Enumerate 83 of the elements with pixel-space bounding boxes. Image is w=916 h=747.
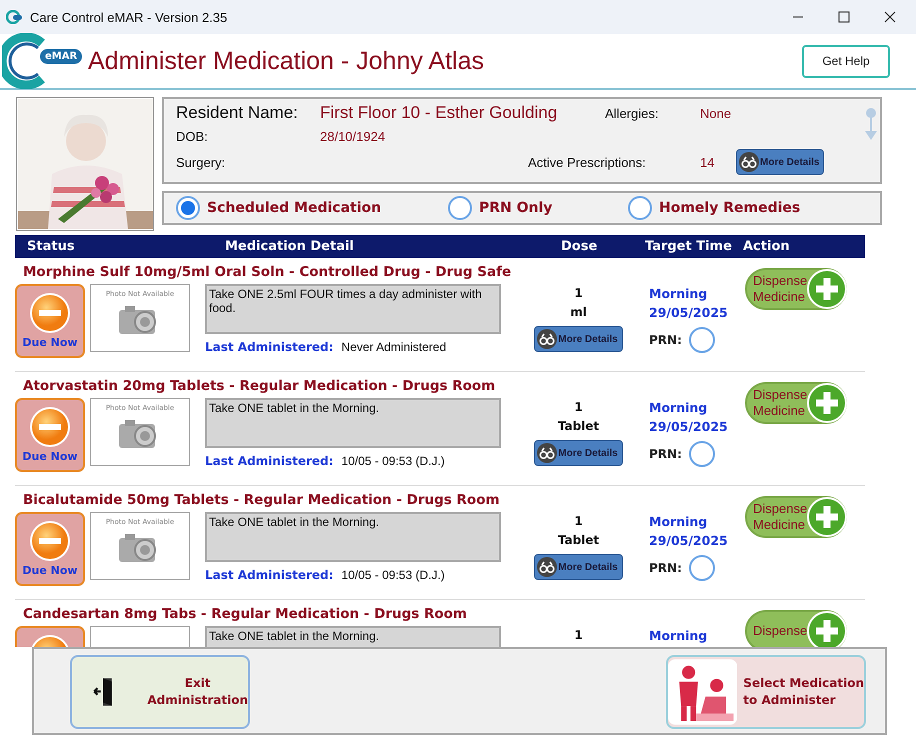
plus-icon [807, 497, 847, 537]
filter-radio[interactable]: Scheduled Medication [176, 196, 448, 220]
allergies-label: Allergies: [605, 106, 660, 121]
resident-name: First Floor 10 - Esther Goulding [320, 103, 558, 123]
last-administered-value: 10/05 - 09:53 (D.J.) [341, 568, 445, 582]
status-button[interactable]: Due Now [15, 398, 85, 472]
dose-text: 1 [574, 285, 583, 302]
minus-icon [29, 406, 71, 448]
more-details-button[interactable]: More Details [534, 440, 623, 466]
instructions-box: Take ONE tablet in the Morning. [205, 626, 501, 647]
instructions-box: Take ONE tablet in the Morning. [205, 398, 501, 448]
prn-label: PRN: [649, 447, 682, 461]
filter-radio[interactable]: PRN Only [448, 196, 628, 220]
plus-icon [807, 383, 847, 423]
target-date: 29/05/2025 [649, 418, 729, 436]
dispense-button[interactable]: Dispense [745, 610, 847, 647]
last-administered-value: Never Administered [341, 340, 446, 354]
last-administered-label: Last Administered: [205, 568, 334, 582]
dose-text: Tablet [558, 418, 600, 435]
status-button[interactable]: Due Now [15, 284, 85, 358]
dose-text: 1 [574, 627, 583, 644]
dispense-button[interactable]: Dispense Medicine [745, 268, 847, 310]
binoculars-icon [739, 152, 759, 172]
dob-value: 28/10/1924 [320, 128, 386, 144]
minus-icon [29, 520, 71, 562]
minus-icon [29, 292, 71, 334]
dose-text: Tablet [558, 532, 600, 549]
dose-text: ml [570, 304, 587, 321]
prn-radio[interactable] [688, 441, 715, 467]
dispense-button[interactable]: Dispense Medicine [745, 496, 847, 538]
exit-button[interactable]: Exit Administration [70, 655, 250, 729]
prn-radio[interactable] [688, 327, 715, 353]
medication-title: Bicalutamide 50mg Tablets - Regular Medication - Drugs Room [22, 492, 501, 508]
help-button[interactable]: Get Help [802, 44, 890, 78]
more-details-button[interactable]: More Details [736, 149, 824, 175]
target-time: Morning [649, 285, 708, 303]
scroll-arrow-icon[interactable] [864, 107, 878, 141]
prescriptions-label: Active Prescriptions: [528, 154, 647, 170]
window-title: Care Control eMAR - Version 2.35 [30, 10, 228, 24]
nurse-patient-icon [668, 657, 738, 727]
last-administered-label: Last Administered: [205, 340, 334, 354]
logo-badge: eMAR [40, 49, 82, 64]
instructions-box: Take ONE 2.5ml FOUR times a day administer with food. [205, 284, 501, 334]
column-header: Medication Detail [225, 239, 355, 254]
binoculars-icon [537, 557, 558, 577]
medication-title: Candesartan 8mg Tabs - Regular Medication - Drugs Room [22, 606, 468, 622]
binoculars-icon [537, 329, 558, 349]
allergies-value: None [700, 106, 732, 121]
target-date: 29/05/2025 [649, 532, 729, 550]
prn-radio[interactable] [688, 555, 715, 581]
column-header: Dose [561, 239, 598, 254]
column-header: Status [26, 239, 76, 254]
target-time: Morning [649, 627, 708, 645]
last-administered-label: Last Administered: [205, 454, 334, 468]
surgery-label: Surgery: [176, 154, 226, 170]
dispense-button[interactable]: Dispense Medicine [745, 382, 847, 424]
close-icon[interactable] [884, 11, 896, 23]
column-header: Action [743, 239, 790, 254]
instructions-box: Take ONE tablet in the Morning. [205, 512, 501, 562]
medication-title: Morphine Sulf 10mg/5ml Oral Soln - Controlled Drug - Drug Safe [22, 264, 512, 280]
status-button[interactable]: Due Now [15, 512, 85, 586]
medication-title: Atorvastatin 20mg Tablets - Regular Medication - Drugs Room [22, 378, 496, 394]
select-medication-button[interactable]: Select Medication to Administer [666, 655, 866, 729]
more-details-button[interactable]: More Details [534, 326, 623, 352]
filter-radio[interactable]: Homely Remedies [628, 196, 800, 220]
dob-label: DOB: [176, 128, 209, 144]
dose-text: 1 [574, 399, 583, 416]
binoculars-icon [537, 443, 558, 463]
plus-icon [807, 269, 847, 309]
maximize-icon[interactable] [838, 11, 850, 23]
more-details-button[interactable]: More Details [534, 554, 623, 580]
prescriptions-count: 14 [700, 154, 716, 170]
resident-name-label: Resident Name: [176, 103, 299, 123]
target-time: Morning [649, 513, 708, 531]
target-time: Morning [649, 399, 708, 417]
target-date: 29/05/2025 [649, 304, 729, 322]
page-title: Administer Medication - Johny Atlas [88, 46, 484, 76]
prn-label: PRN: [649, 333, 682, 347]
app-icon [6, 10, 22, 24]
last-administered-value: 10/05 - 09:53 (D.J.) [341, 454, 445, 468]
column-header: Target Time [645, 239, 733, 254]
prn-label: PRN: [649, 561, 682, 575]
dose-text: 1 [574, 513, 583, 530]
